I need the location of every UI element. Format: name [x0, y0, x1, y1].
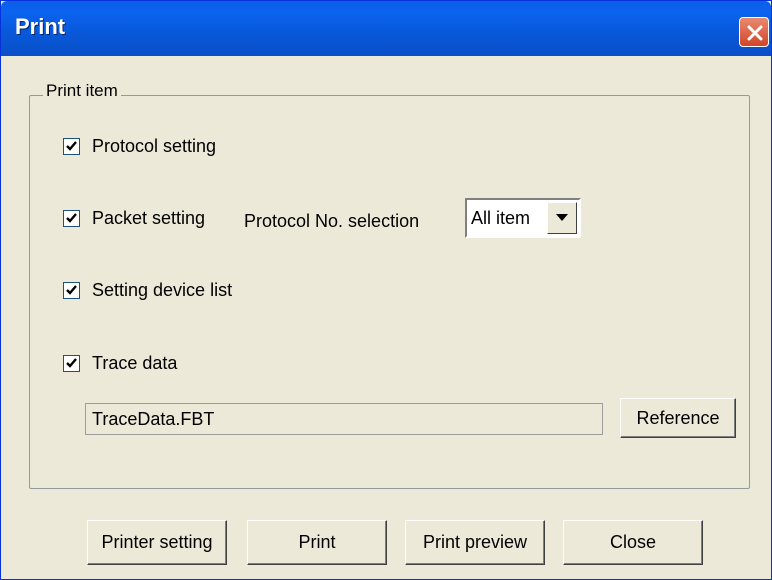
protocol-setting-checkbox[interactable]: [63, 138, 80, 155]
print-dialog: Print Print item Protocol setting Packet…: [0, 0, 772, 580]
title-bar[interactable]: Print: [1, 1, 771, 56]
protocol-setting-label: Protocol setting: [92, 136, 217, 156]
trace-data-checkbox[interactable]: [63, 355, 80, 372]
checkmark-icon: [66, 285, 77, 295]
trace-data-checkbox-row[interactable]: Trace data: [63, 353, 177, 374]
setting-device-list-label: Setting device list: [92, 280, 233, 300]
protocol-setting-checkbox-row[interactable]: Protocol setting: [63, 136, 216, 157]
window-title: Print: [15, 14, 66, 39]
packet-setting-label: Packet setting: [92, 208, 206, 228]
protocol-no-select-value: All item: [471, 208, 531, 228]
checkmark-icon: [66, 213, 77, 223]
close-window-button[interactable]: [739, 17, 769, 47]
print-item-legend: Print item: [43, 81, 121, 101]
setting-device-list-checkbox-row[interactable]: Setting device list: [63, 280, 232, 301]
print-preview-button[interactable]: Print preview: [405, 520, 545, 565]
checkmark-icon: [66, 141, 77, 151]
trace-file-value: TraceData.FBT: [92, 409, 215, 429]
dropdown-button[interactable]: [547, 202, 577, 234]
close-button[interactable]: Close: [563, 520, 703, 565]
triangle-down-icon: [556, 214, 568, 221]
trace-file-field[interactable]: TraceData.FBT: [85, 403, 603, 435]
setting-device-list-checkbox[interactable]: [63, 282, 80, 299]
reference-button[interactable]: Reference: [620, 398, 736, 438]
print-button[interactable]: Print: [247, 520, 387, 565]
trace-data-label: Trace data: [92, 353, 178, 373]
close-x-icon: [747, 25, 763, 41]
protocol-no-select[interactable]: All item: [465, 198, 581, 238]
packet-setting-checkbox[interactable]: [63, 210, 80, 227]
protocol-no-selection-label: Protocol No. selection: [244, 211, 420, 231]
checkmark-icon: [66, 358, 77, 368]
printer-setting-button[interactable]: Printer setting: [87, 520, 227, 565]
packet-setting-checkbox-row[interactable]: Packet setting: [63, 208, 205, 229]
